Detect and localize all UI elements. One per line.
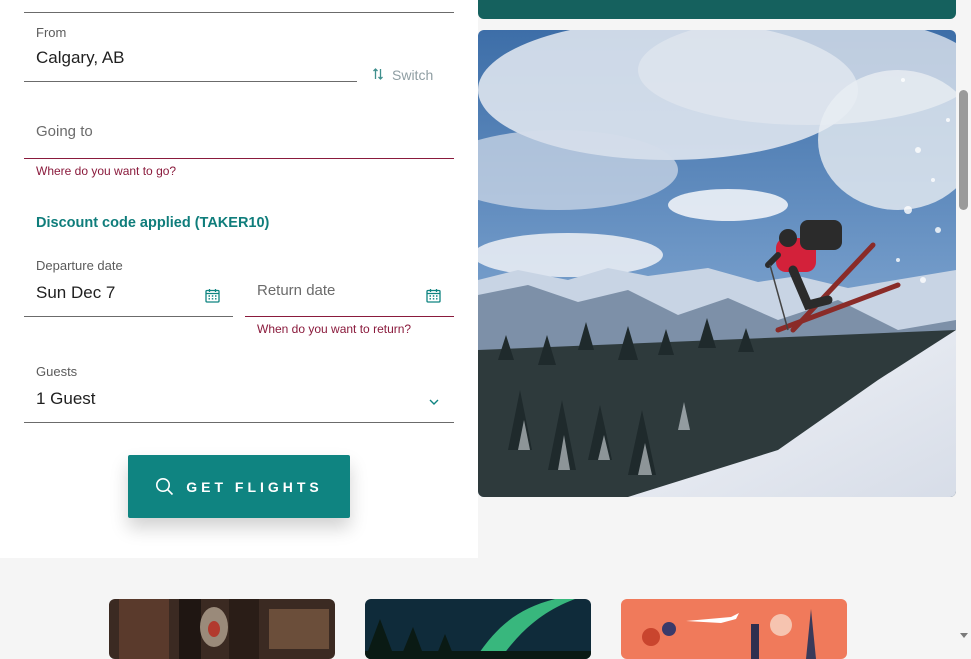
get-flights-label: GET FLIGHTS [186, 478, 323, 495]
guests-value: 1 Guest [36, 389, 96, 408]
departure-date-field[interactable]: Departure date Sun Dec 7 [24, 252, 233, 317]
scroll-down-arrow-icon[interactable] [959, 630, 969, 640]
promo-banner [478, 0, 956, 19]
destination-card[interactable] [109, 599, 335, 659]
get-flights-button[interactable]: GET FLIGHTS [128, 455, 350, 518]
return-date-error: When do you want to return? [257, 322, 412, 336]
switch-button[interactable]: Switch [372, 66, 433, 84]
calendar-icon[interactable] [426, 288, 441, 303]
guests-underline [24, 422, 454, 423]
destination-card[interactable] [621, 599, 847, 659]
return-date-field[interactable]: Return date [245, 270, 454, 317]
going-to-underline [24, 158, 454, 159]
search-icon [156, 478, 174, 496]
switch-label: Switch [392, 67, 434, 83]
guests-label: Guests [36, 364, 78, 379]
going-to-placeholder: Going to [36, 123, 93, 140]
going-to-error: Where do you want to go? [36, 164, 177, 178]
swap-icon [372, 67, 384, 84]
divider [24, 12, 454, 13]
calendar-icon[interactable] [205, 288, 220, 303]
guests-select[interactable]: Guests 1 Guest [24, 358, 454, 423]
from-value: Calgary, AB [36, 48, 125, 67]
flight-search-form: From Calgary, AB Switch Going to Where d… [0, 0, 478, 558]
departure-date-label: Departure date [36, 258, 123, 273]
from-underline [24, 81, 357, 82]
destination-card[interactable] [365, 599, 591, 659]
discount-code-link[interactable]: Discount code applied (TAKER10) [36, 215, 269, 231]
chevron-down-icon [429, 399, 439, 405]
from-label: From [36, 25, 67, 40]
departure-date-value: Sun Dec 7 [36, 283, 116, 302]
return-date-underline [245, 316, 454, 317]
scrollbar-thumb[interactable] [959, 90, 968, 210]
from-field[interactable]: From Calgary, AB [24, 20, 357, 82]
hero-image [478, 30, 956, 497]
departure-date-underline [24, 316, 233, 317]
going-to-field[interactable]: Going to [24, 110, 454, 159]
return-date-placeholder: Return date [257, 282, 336, 299]
